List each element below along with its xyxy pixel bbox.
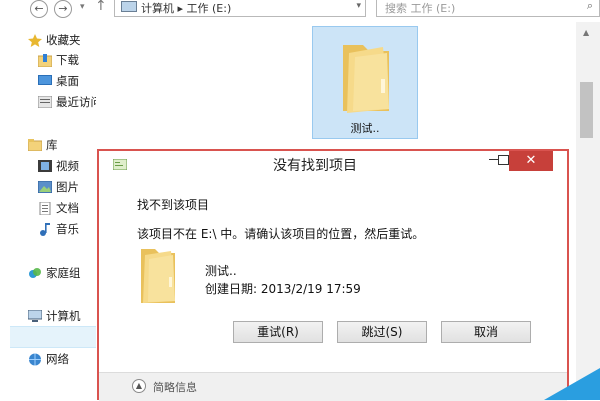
nav-item-label: 桌面 <box>56 74 79 88</box>
document-icon <box>38 201 52 216</box>
retry-button[interactable]: 重试(R) <box>233 321 323 343</box>
address-path: 计算机 ▸ 工作 (E:) <box>141 2 232 15</box>
recent-places-icon <box>37 95 53 109</box>
star-icon <box>28 34 42 47</box>
close-button[interactable]: ✕ <box>509 151 553 171</box>
video-icon <box>38 160 52 172</box>
music-note-icon <box>38 223 52 236</box>
corner-accent-decoration <box>544 368 600 400</box>
maximize-icon[interactable] <box>498 155 509 165</box>
nav-item-label: 图片 <box>56 180 79 194</box>
address-dropdown-icon[interactable]: ▾ <box>356 1 361 11</box>
nav-item-label: 音乐 <box>56 222 79 236</box>
folder-icon <box>141 249 175 303</box>
cancel-button[interactable]: 取消 <box>441 321 531 343</box>
nav-item-label: 下载 <box>56 53 79 67</box>
error-heading: 找不到该项目 <box>137 198 210 212</box>
folder-item-selected[interactable]: 测试.. <box>312 26 418 139</box>
skip-button[interactable]: 跳过(S) <box>337 321 427 343</box>
folder-item-label: 测试.. <box>350 122 380 135</box>
computer-icon <box>121 1 137 12</box>
library-icon <box>27 139 43 152</box>
vertical-scrollbar[interactable] <box>576 22 600 400</box>
file-name: 测试.. <box>205 264 237 278</box>
search-placeholder: 搜索 工作 (E:) <box>385 2 456 15</box>
picture-icon <box>37 180 53 194</box>
details-toggle-row[interactable]: ▲ 简略信息 <box>99 372 567 401</box>
scroll-up-arrow-icon[interactable]: ▲ <box>583 28 589 37</box>
dialog-titlebar[interactable]: 没有找到项目 ✕ <box>99 151 567 175</box>
up-arrow-icon[interactable]: ↑ <box>95 0 107 14</box>
homegroup-icon <box>28 267 42 279</box>
item-not-found-dialog: 没有找到项目 ✕ 找不到该项目 该项目不在 E:\ 中。请确认该项目的位置，然后… <box>97 149 569 401</box>
chevron-up-icon[interactable]: ▲ <box>132 379 146 393</box>
dialog-body: 找不到该项目 该项目不在 E:\ 中。请确认该项目的位置，然后重试。 测试.. … <box>99 175 567 401</box>
search-icon[interactable]: ⌕ <box>587 0 593 13</box>
nav-item-label: 视频 <box>56 159 79 173</box>
network-icon <box>28 353 42 366</box>
folder-icon <box>343 45 389 113</box>
nav-network-label: 网络 <box>46 352 69 366</box>
forward-button[interactable]: → <box>54 0 72 18</box>
scrollbar-thumb[interactable] <box>580 82 593 138</box>
explorer-toolbar: ← → ▾ ↑ 计算机 ▸ 工作 (E:) ▾ 搜索 工作 (E:) ⌕ <box>0 0 600 23</box>
nav-item-label: 文档 <box>56 201 79 215</box>
nav-computer-label: 计算机 <box>46 309 81 323</box>
desktop-icon <box>38 75 52 87</box>
navigation-pane: 收藏夹 下载 桌面 最近访问的位置 库 视频 图片 <box>0 22 137 400</box>
search-input[interactable]: 搜索 工作 (E:) ⌕ <box>376 0 600 17</box>
nav-favorites-label: 收藏夹 <box>46 33 81 47</box>
back-button[interactable]: ← <box>30 0 48 18</box>
address-bar[interactable]: 计算机 ▸ 工作 (E:) ▾ <box>114 0 366 17</box>
error-detail: 该项目不在 E:\ 中。请确认该项目的位置，然后重试。 <box>137 227 425 241</box>
fewer-details-label[interactable]: 简略信息 <box>153 379 197 395</box>
recent-locations-chevron-icon[interactable]: ▾ <box>80 2 85 12</box>
nav-homegroup-label: 家庭组 <box>46 266 81 280</box>
nav-selection-highlight <box>10 326 96 348</box>
file-created-date: 创建日期: 2013/2/19 17:59 <box>205 282 361 296</box>
nav-libraries-label: 库 <box>46 138 58 152</box>
close-icon: ✕ <box>525 153 537 168</box>
download-folder-icon <box>37 54 53 68</box>
dialog-title: 没有找到项目 <box>273 158 357 174</box>
computer-icon <box>27 309 43 322</box>
